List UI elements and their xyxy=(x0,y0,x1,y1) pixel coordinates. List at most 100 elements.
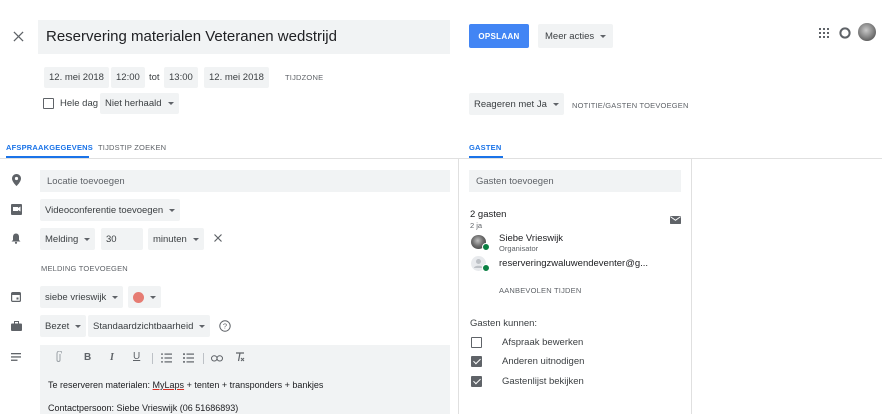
start-date-field[interactable]: 12. mei 2018 xyxy=(44,67,109,88)
start-time-text: 12:00 xyxy=(116,72,140,83)
event-color-dropdown[interactable] xyxy=(128,286,161,308)
bell-icon xyxy=(11,233,21,244)
add-guests-input[interactable]: Gasten toevoegen xyxy=(469,170,681,192)
location-input[interactable]: Locatie toevoegen xyxy=(40,170,450,192)
start-time-field[interactable]: 12:00 xyxy=(111,67,145,88)
notification-type-dropdown[interactable]: Melding xyxy=(40,228,96,250)
save-button[interactable]: OPSLAAN xyxy=(469,24,529,48)
toolbar-divider xyxy=(152,353,153,364)
accepted-check-icon xyxy=(482,243,490,251)
chevron-down-icon xyxy=(112,295,119,299)
guest-count: 2 gasten xyxy=(470,209,507,220)
tab-details[interactable]: AFSPRAAKGEGEVENS xyxy=(6,143,93,152)
underline-icon[interactable]: U xyxy=(133,351,140,362)
guest-permissions-title: Gasten kunnen: xyxy=(470,318,538,329)
permission-invite-checkbox[interactable] xyxy=(471,356,482,367)
add-note-guests-button[interactable]: NOTITIE/GASTEN TOEVOEGEN xyxy=(572,101,689,110)
chevron-down-icon xyxy=(75,324,82,328)
notification-value-input[interactable]: 30 xyxy=(101,228,143,250)
location-placeholder: Locatie toevoegen xyxy=(47,175,125,187)
tabs-divider xyxy=(0,158,882,159)
toolbar-divider xyxy=(203,353,204,364)
link-icon[interactable] xyxy=(211,354,223,365)
tab-find-time[interactable]: TIJDSTIP ZOEKEN xyxy=(98,143,166,152)
visibility-label: Standaardzichtbaarheid xyxy=(93,320,194,332)
permission-edit-checkbox[interactable] xyxy=(471,337,482,348)
to-label: tot xyxy=(149,72,160,83)
calendar-owner-dropdown[interactable]: siebe vrieswijk xyxy=(40,286,124,308)
save-button-label: OPSLAAN xyxy=(478,31,520,41)
avatar[interactable] xyxy=(858,23,876,41)
all-day-checkbox[interactable] xyxy=(43,98,54,109)
description-line-1: Te reserveren materialen: MyLaps + tente… xyxy=(48,380,323,390)
busy-dropdown[interactable]: Bezet xyxy=(40,315,87,337)
location-pin-icon xyxy=(11,174,21,186)
conference-dropdown[interactable]: Videoconferentie toevoegen xyxy=(40,199,181,221)
email-guests-button[interactable] xyxy=(668,213,682,227)
notification-unit-dropdown[interactable]: minuten xyxy=(148,228,204,250)
svg-text:?: ? xyxy=(222,321,226,330)
color-dot-icon xyxy=(133,291,144,303)
bell-icon-wrap xyxy=(9,231,23,245)
chevron-down-icon xyxy=(84,237,91,241)
briefcase-icon xyxy=(10,321,22,331)
numbered-list-icon[interactable] xyxy=(161,353,172,366)
italic-icon[interactable]: I xyxy=(110,352,114,363)
accepted-check-icon xyxy=(482,264,490,272)
busy-label: Bezet xyxy=(45,320,70,332)
permission-invite-label: Anderen uitnodigen xyxy=(502,356,585,367)
calendar-icon xyxy=(11,292,21,302)
guest-role: Organisator xyxy=(499,244,539,253)
description-text: + tenten + transponders + bankjes xyxy=(184,380,324,390)
notification-unit-label: minuten xyxy=(153,233,187,245)
description-icon-wrap xyxy=(9,350,23,364)
notes-icon xyxy=(11,353,21,361)
bold-icon[interactable]: B xyxy=(84,352,91,363)
permission-see-list-checkbox[interactable] xyxy=(471,376,482,387)
panel-divider xyxy=(458,159,459,414)
remove-notification-button[interactable] xyxy=(211,231,225,245)
guests-panel-divider xyxy=(691,159,692,414)
suggested-times-button[interactable]: AANBEVOLEN TIJDEN xyxy=(499,286,581,295)
tab-guests[interactable]: GASTEN xyxy=(469,143,501,152)
help-icon: ? xyxy=(218,319,231,332)
chevron-down-icon xyxy=(150,295,156,299)
event-title-text: Reservering materialen Veteranen wedstri… xyxy=(46,28,337,45)
chevron-down-icon xyxy=(169,208,176,212)
description-link[interactable]: MyLaps xyxy=(153,380,185,390)
rsvp-dropdown[interactable]: Reageren met Ja xyxy=(469,93,564,115)
notification-value-text: 30 xyxy=(106,233,117,245)
more-actions-dropdown[interactable]: Meer acties xyxy=(538,24,614,48)
start-date-text: 12. mei 2018 xyxy=(49,72,104,83)
help-button[interactable]: ? xyxy=(217,318,232,333)
chevron-down-icon xyxy=(199,324,206,328)
visibility-dropdown[interactable]: Standaardzichtbaarheid xyxy=(88,315,211,337)
description-text: Te reserveren materialen: xyxy=(48,380,153,390)
close-icon xyxy=(12,30,24,42)
guest-name: Siebe Vrieswijk xyxy=(499,233,564,244)
repeat-dropdown[interactable]: Niet herhaald xyxy=(100,93,179,114)
add-guests-placeholder: Gasten toevoegen xyxy=(476,175,554,187)
timezone-button[interactable]: TIJDZONE xyxy=(285,73,323,82)
clear-format-icon[interactable] xyxy=(235,352,245,365)
description-line-2: Contactpersoon: Siebe Vrieswijk (06 5168… xyxy=(48,403,239,413)
account-circle-icon xyxy=(839,27,851,39)
end-time-field[interactable]: 13:00 xyxy=(164,67,198,88)
end-date-field[interactable]: 12. mei 2018 xyxy=(204,67,269,88)
event-title-input[interactable]: Reservering materialen Veteranen wedstri… xyxy=(38,20,450,54)
location-icon-wrap xyxy=(9,173,23,187)
close-button[interactable] xyxy=(8,26,28,46)
attachment-icon[interactable] xyxy=(55,350,63,366)
bulleted-list-icon[interactable] xyxy=(183,353,194,366)
close-icon xyxy=(214,234,222,242)
more-actions-label: Meer acties xyxy=(545,30,595,42)
add-notification-button[interactable]: MELDING TOEVOEGEN xyxy=(41,264,128,273)
chevron-down-icon xyxy=(552,102,559,106)
email-icon xyxy=(669,216,681,224)
conference-label: Videoconferentie toevoegen xyxy=(45,204,164,216)
notifications-button[interactable] xyxy=(836,24,854,42)
repeat-label: Niet herhaald xyxy=(105,98,162,109)
calendar-icon-wrap xyxy=(9,290,23,304)
apps-button[interactable] xyxy=(816,25,832,41)
rsvp-label: Reageren met Ja xyxy=(474,98,547,110)
